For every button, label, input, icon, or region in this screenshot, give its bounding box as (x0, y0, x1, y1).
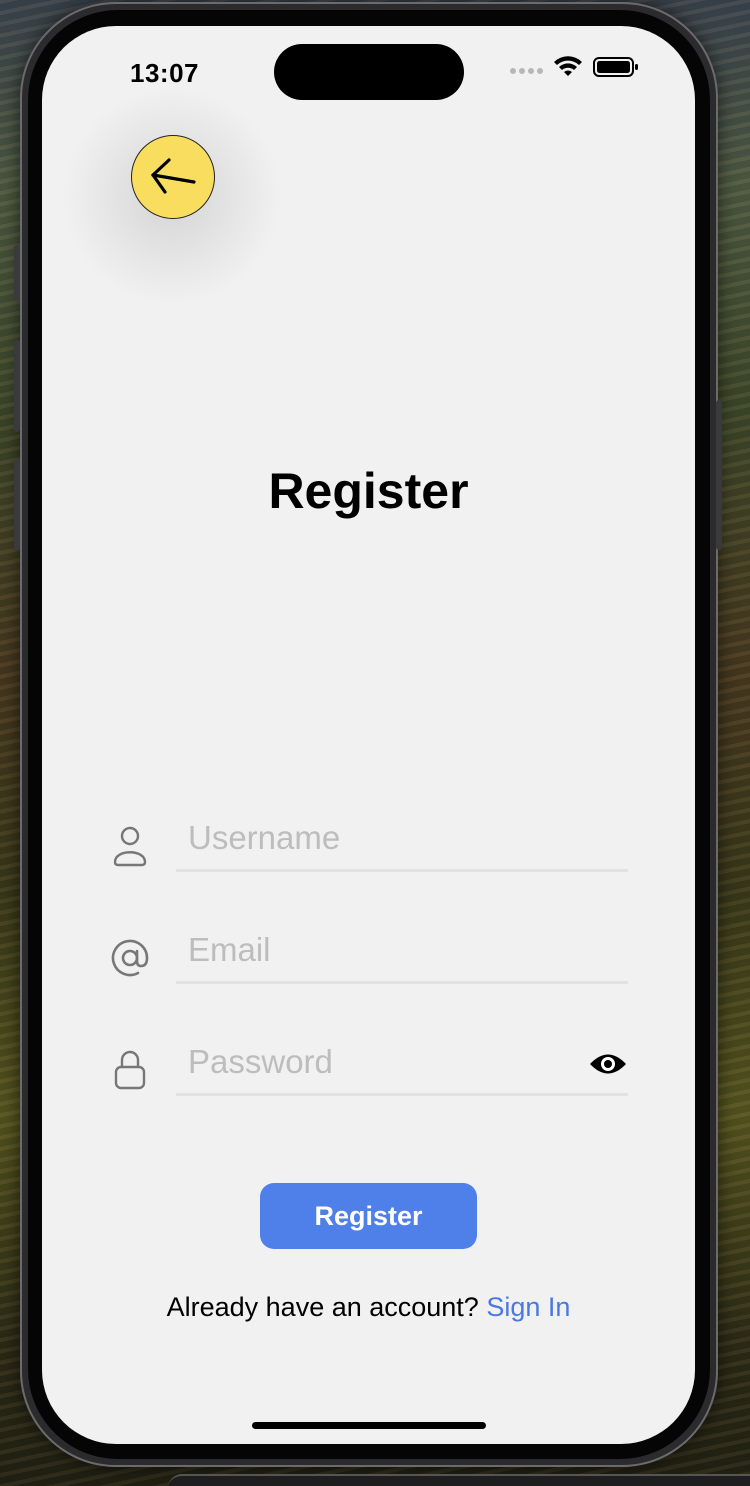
signin-prompt: Already have an account? Sign In (42, 1292, 695, 1323)
eye-icon (590, 1054, 626, 1074)
cellular-signal-icon (510, 68, 543, 74)
back-button[interactable] (131, 135, 215, 219)
phone-volume-up-button (14, 340, 20, 432)
battery-icon (593, 57, 638, 77)
background-device-edge (168, 1474, 750, 1486)
status-indicators (510, 56, 639, 78)
register-button[interactable]: Register (260, 1183, 477, 1249)
phone-volume-down-button (14, 458, 20, 550)
at-sign-icon (108, 936, 152, 980)
phone-action-button (14, 245, 20, 301)
email-field[interactable] (176, 918, 628, 984)
signin-prompt-text: Already have an account? (166, 1292, 487, 1322)
show-password-toggle[interactable] (588, 1044, 628, 1084)
username-field[interactable] (176, 806, 628, 872)
home-indicator[interactable] (252, 1422, 486, 1429)
lock-icon (108, 1048, 152, 1092)
arrow-left-icon (151, 158, 196, 194)
app-screen: 13:07 Register Username Email Register A… (42, 26, 695, 1444)
password-field[interactable] (176, 1030, 628, 1096)
dynamic-island (274, 44, 464, 100)
password-row (108, 1030, 628, 1110)
phone-side-button (716, 400, 722, 550)
person-icon (108, 824, 152, 868)
email-row (108, 918, 628, 998)
sign-in-link[interactable]: Sign In (486, 1292, 570, 1322)
status-time: 13:07 (130, 58, 199, 88)
page-title: Register (268, 463, 469, 519)
wifi-icon (554, 56, 582, 76)
username-row (108, 806, 628, 886)
